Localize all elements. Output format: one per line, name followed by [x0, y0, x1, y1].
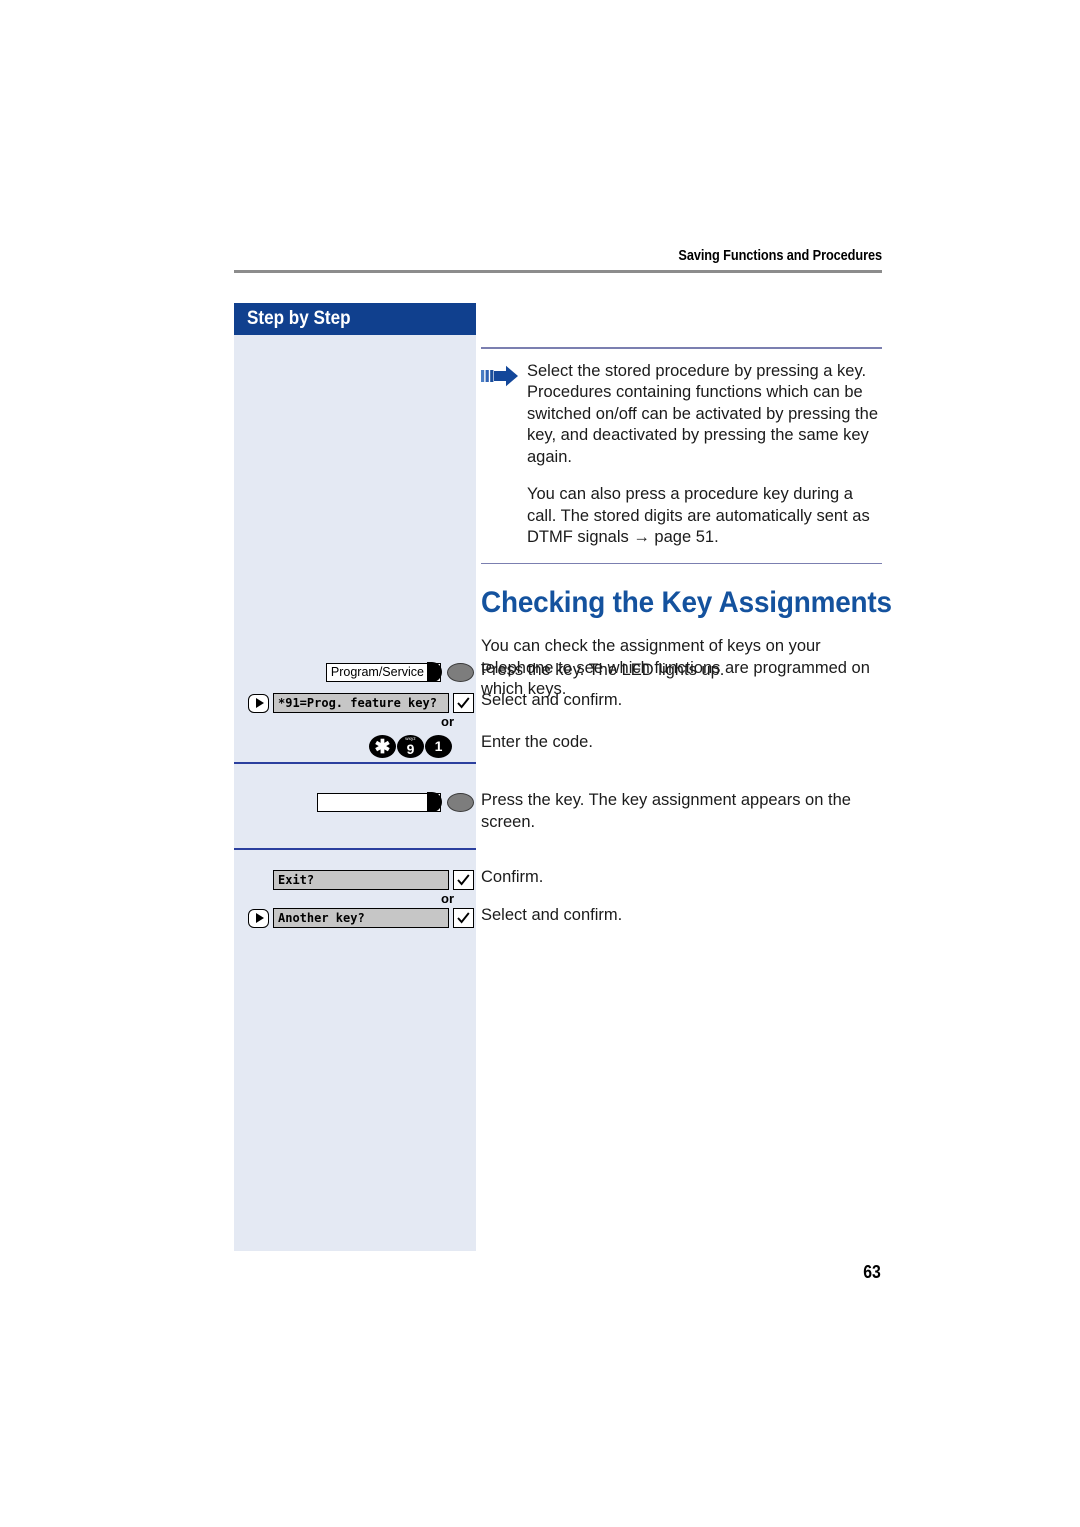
navigation-right-icon [248, 908, 269, 928]
sidebar-divider-top [234, 762, 476, 764]
prog-feature-key-display[interactable]: *91=Prog. feature key? [273, 693, 449, 713]
note-block: Select the stored procedure by pressing … [481, 361, 882, 549]
note-paragraph-2: You can also press a procedure key durin… [527, 485, 870, 547]
prog-feature-key-text: *91=Prog. feature key? [278, 696, 437, 710]
blue-arrow-icon [481, 361, 527, 549]
exit-text: Exit? [278, 873, 315, 887]
keypad-key-star[interactable]: ✱ [369, 734, 396, 758]
sidebar-divider-bottom [234, 848, 476, 850]
blank-feature-key-cap[interactable] [317, 791, 442, 813]
key-cap-end [426, 661, 442, 683]
keypad-key-9-label: 9 [406, 740, 415, 757]
keypad-key-9[interactable]: wxyz 9 [397, 734, 424, 758]
prog-feature-key-option[interactable]: *91=Prog. feature key? [248, 693, 474, 713]
confirm-checkmark-icon[interactable] [453, 870, 474, 890]
exit-option[interactable]: Exit? [248, 870, 474, 890]
note-paragraph-1: Select the stored procedure by pressing … [527, 361, 878, 466]
note-rule-top [481, 347, 882, 349]
step-caption-select-confirm-1: Select and confirm. [481, 691, 623, 709]
or-label-top: or [441, 714, 454, 729]
confirm-checkmark-icon[interactable] [453, 693, 474, 713]
program-service-key-label: Program/Service [330, 664, 424, 679]
page-header: Saving Functions and Procedures [234, 248, 882, 273]
keypad-key-star-label: ✱ [374, 737, 391, 758]
sidebar-row-prog-feature-key: *91=Prog. feature key? [234, 691, 476, 715]
step-caption-select-confirm-2: Select and confirm. [481, 906, 623, 924]
note-rule-bottom [481, 562, 882, 565]
blank-feature-key[interactable] [317, 791, 474, 813]
step-caption-press-key-led: Press the key. The LED lights up. [481, 661, 725, 679]
running-title: Saving Functions and Procedures [678, 248, 882, 264]
keypad-key-1[interactable]: 1 [425, 734, 452, 758]
confirm-checkmark-icon[interactable] [453, 908, 474, 928]
step-caption-confirm: Confirm. [481, 868, 544, 886]
sidebar-row-another-key: Another key? [234, 906, 476, 930]
note-body: Select the stored procedure by pressing … [527, 361, 882, 549]
key-cap-end [426, 791, 442, 813]
blank-feature-key-led-icon [447, 792, 474, 812]
header-rule [234, 270, 882, 273]
step-by-step-panel: Step by Step Program/Service *91=Prog. f… [234, 303, 476, 1251]
sidebar-row-keypad: ✱ wxyz 9 1 [234, 733, 476, 759]
sidebar-row-program-service: Program/Service [234, 660, 476, 684]
another-key-text: Another key? [278, 911, 365, 925]
keypad-key-9-letters: wxyz [405, 736, 416, 741]
page-title: Checking the Key Assignments [481, 586, 892, 620]
step-by-step-banner-label: Step by Step [247, 308, 351, 329]
program-service-key[interactable]: Program/Service [325, 661, 474, 683]
program-service-key-cap[interactable]: Program/Service [325, 661, 442, 683]
page-number: 63 [863, 1262, 881, 1282]
step-caption-press-key-assignment: Press the key. The key assignment appear… [481, 791, 851, 831]
another-key-option[interactable]: Another key? [248, 908, 474, 928]
program-service-led-icon [447, 662, 474, 682]
code-keypad[interactable]: ✱ wxyz 9 1 [369, 734, 452, 758]
another-key-display[interactable]: Another key? [273, 908, 449, 928]
exit-display[interactable]: Exit? [273, 870, 449, 890]
step-by-step-banner: Step by Step [234, 303, 476, 335]
keypad-key-1-label: 1 [434, 738, 443, 754]
navigation-right-icon [248, 693, 269, 713]
sidebar-row-blank-key [234, 790, 476, 814]
step-caption-enter-code: Enter the code. [481, 733, 593, 751]
sidebar-row-exit: Exit? [234, 868, 476, 892]
content-column: Select the stored procedure by pressing … [481, 303, 892, 701]
or-label-bottom: or [441, 891, 454, 906]
